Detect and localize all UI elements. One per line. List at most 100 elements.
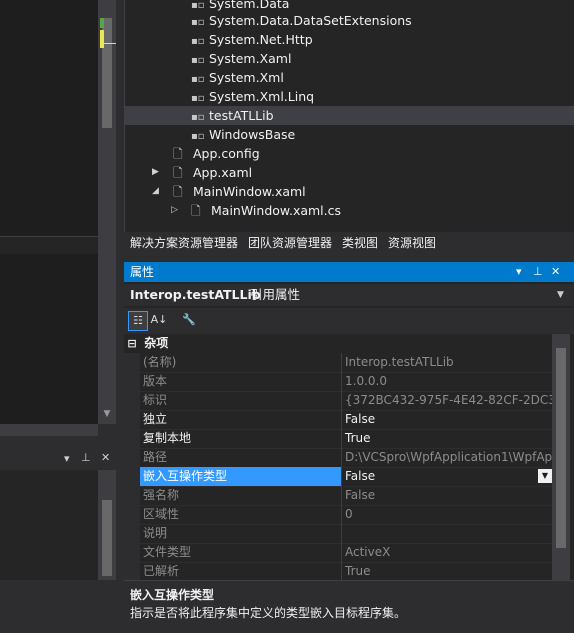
property-name: 标识 — [140, 391, 342, 411]
file-icon: 🗋 — [173, 166, 183, 180]
property-value-cell[interactable]: False ▼ — [342, 467, 555, 487]
tree-item-label: App.config — [193, 146, 260, 161]
reference-item[interactable]: ▪▫ System.Xaml — [191, 49, 291, 68]
collapse-icon[interactable]: ⊟ — [124, 334, 140, 353]
tree-item-label: MainWindow.xaml — [193, 184, 306, 199]
caret-marker — [100, 30, 104, 48]
property-row[interactable]: 复制本地 True — [124, 429, 555, 449]
row-gutter — [124, 372, 140, 391]
chevron-down-icon[interactable]: ▼ — [557, 284, 564, 306]
property-row[interactable]: 嵌入互操作类型 False ▼ — [124, 467, 555, 487]
tab-team-explorer[interactable]: 团队资源管理器 — [244, 232, 336, 254]
property-row[interactable]: 路径 D:\VCSpro\WpfApplication1\WpfAp — [124, 448, 555, 468]
reference-item[interactable]: ▪▫ testATLLib — [124, 106, 574, 125]
caret-line-indicator — [104, 43, 116, 44]
reference-item[interactable]: ▪▫ System.Xml.Linq — [191, 87, 314, 106]
property-row[interactable]: 说明 — [124, 524, 555, 544]
category-label: 杂项 — [144, 336, 169, 350]
tab-resource-view[interactable]: 资源视图 — [384, 232, 440, 254]
dropdown-arrow-icon[interactable]: ▼ — [538, 469, 552, 483]
property-row[interactable]: 强名称 False — [124, 486, 555, 506]
tab-class-view[interactable]: 类视图 — [338, 232, 382, 254]
property-value[interactable]: True — [345, 431, 371, 445]
property-name: 路径 — [140, 448, 342, 468]
row-gutter — [124, 524, 140, 543]
property-name: 复制本地 — [140, 429, 342, 449]
row-gutter — [124, 505, 140, 524]
pin-icon[interactable]: ⊥ — [533, 262, 543, 282]
file-item[interactable]: 🗋 MainWindow.xaml — [173, 182, 306, 201]
tab-solution-explorer[interactable]: 解决方案资源管理器 — [126, 232, 242, 254]
object-type: 引用属性 — [250, 287, 301, 302]
editor-horizontal-scrollbar[interactable] — [0, 424, 98, 436]
property-row[interactable]: 版本 1.0.0.0 — [124, 372, 555, 392]
pin-icon[interactable]: ⊥ — [81, 451, 91, 464]
properties-title-bar[interactable] — [124, 262, 574, 282]
property-row[interactable]: (名称) Interop.testATLLib — [124, 353, 555, 373]
panel-menu-icon[interactable]: ▾ — [64, 452, 70, 465]
file-icon: 🗋 — [191, 204, 201, 218]
tree-item-label: System.Data.DataSetExtensions — [209, 13, 412, 28]
property-value-cell — [342, 524, 555, 544]
tree-item-label: System.Net.Http — [209, 32, 313, 47]
row-gutter — [124, 486, 140, 505]
file-item[interactable]: 🗋 App.xaml — [173, 163, 252, 182]
tree-item-label: System.Data — [209, 0, 290, 11]
property-value: ActiveX — [345, 545, 391, 559]
property-value-cell: D:\VCSpro\WpfApplication1\WpfAp — [342, 448, 555, 468]
row-gutter — [124, 467, 140, 486]
tree-item-label: MainWindow.xaml.cs — [211, 203, 342, 218]
property-row[interactable]: 标识 {372BC432-975F-4E42-82CF-2DC31A — [124, 391, 555, 411]
property-value-cell[interactable]: False — [342, 410, 555, 430]
reference-item[interactable]: ▪▫ WindowsBase — [191, 125, 295, 144]
alphabetical-sort-icon[interactable]: A↓ — [150, 311, 168, 329]
description-text: 指示是否将此程序集中定义的类型嵌入目标程序集。 — [130, 606, 407, 620]
row-gutter — [124, 429, 140, 448]
property-value-cell[interactable]: True — [342, 429, 555, 449]
property-row[interactable]: 独立 False — [124, 410, 555, 430]
editor-splitter[interactable] — [0, 236, 98, 255]
row-gutter — [124, 543, 140, 562]
property-row[interactable]: 已解析 True — [124, 562, 555, 582]
property-row[interactable]: 区域性 0 — [124, 505, 555, 525]
close-icon[interactable]: ✕ — [101, 451, 110, 464]
file-icon: 🗋 — [173, 185, 183, 199]
property-name: 区域性 — [140, 505, 342, 525]
reference-item[interactable]: ▪▫ System.Xml — [191, 68, 284, 87]
property-value: True — [345, 564, 371, 578]
property-value[interactable]: False — [345, 469, 375, 483]
property-pages-icon[interactable]: 🔧 — [180, 311, 198, 329]
property-row[interactable]: 文件类型 ActiveX — [124, 543, 555, 563]
categorized-icon[interactable]: ☷ — [128, 311, 148, 331]
change-marker — [100, 18, 104, 28]
scroll-down-arrow-icon[interactable]: ▼ — [98, 404, 116, 424]
close-icon[interactable]: ✕ — [551, 262, 560, 282]
category-header[interactable]: ⊟ 杂项 — [124, 334, 552, 353]
file-item[interactable]: 🗋 MainWindow.xaml.cs — [191, 201, 341, 220]
file-item[interactable]: 🗋 App.config — [173, 144, 260, 163]
collapsed-arrow-icon[interactable]: ▷ — [171, 205, 178, 215]
window-menu-icon[interactable]: ▾ — [516, 262, 522, 282]
property-name: 强名称 — [140, 486, 342, 506]
tree-item-label: System.Xml.Linq — [209, 89, 315, 104]
property-value: Interop.testATLLib — [345, 355, 454, 369]
lower-panel-scroll-thumb[interactable] — [102, 500, 112, 576]
property-value-cell: True — [342, 562, 555, 582]
reference-item[interactable]: ▪▫ System.Data.DataSetExtensions — [191, 11, 412, 30]
property-value: D:\VCSpro\WpfApplication1\WpfAp — [345, 450, 553, 464]
row-gutter — [124, 410, 140, 429]
row-gutter — [124, 353, 140, 372]
reference-item[interactable]: ▪▫ System.Net.Http — [191, 30, 313, 49]
code-editor-lower[interactable] — [0, 254, 98, 424]
property-value: {372BC432-975F-4E42-82CF-2DC31A — [345, 393, 555, 407]
properties-title: 属性 — [130, 265, 155, 279]
row-gutter — [124, 391, 140, 410]
property-name: 版本 — [140, 372, 342, 392]
property-grid-scroll-thumb[interactable] — [556, 348, 566, 548]
tree-item-label: System.Xaml — [209, 51, 292, 66]
property-value[interactable]: False — [345, 412, 375, 426]
property-name: 说明 — [140, 524, 342, 544]
collapsed-arrow-icon[interactable]: ▶ — [152, 167, 159, 177]
code-editor[interactable] — [0, 0, 98, 236]
expanded-arrow-icon[interactable]: ◢ — [152, 186, 159, 196]
